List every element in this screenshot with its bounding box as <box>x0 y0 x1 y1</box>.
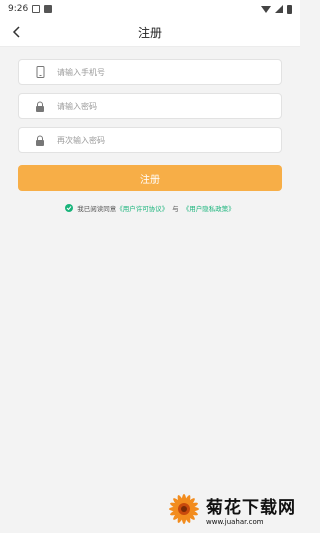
back-arrow-icon[interactable] <box>10 25 24 39</box>
page-title: 注册 <box>137 25 162 40</box>
status-right <box>261 4 292 14</box>
register-form: 注册 我已阅读同意 《用户许可协议》 与 《用户隐私政策》 <box>0 59 300 213</box>
user-license-link[interactable]: 《用户许可协议》 <box>116 203 168 213</box>
status-left: 9:26 <box>8 4 53 14</box>
gallery-icon <box>32 5 41 13</box>
watermark-url: www.juahar.com <box>206 517 264 526</box>
phone-field[interactable] <box>18 59 282 85</box>
agreement-and: 与 <box>172 205 179 213</box>
notification-icon <box>44 5 53 13</box>
password-field[interactable] <box>18 93 282 119</box>
signal-icon <box>275 5 283 13</box>
lock-icon <box>33 133 47 147</box>
watermark-title: 菊花下载网 <box>206 497 296 518</box>
phone-input[interactable] <box>55 66 259 78</box>
watermark: 菊花下载网 www.juahar.com <box>166 491 296 527</box>
watermark-text: 菊花下载网 www.juahar.com <box>206 493 296 526</box>
checkbox-checked-icon[interactable] <box>65 204 74 212</box>
agreement-row: 我已阅读同意 《用户许可协议》 与 《用户隐私政策》 <box>18 203 282 213</box>
chrysanthemum-logo-icon <box>169 494 199 524</box>
privacy-policy-link[interactable]: 《用户隐私政策》 <box>183 203 235 213</box>
lock-icon <box>33 99 47 113</box>
confirm-password-field[interactable] <box>18 127 282 153</box>
header: 注册 <box>0 18 300 47</box>
phone-icon <box>33 65 47 79</box>
wifi-icon <box>261 5 271 13</box>
status-bar: 9:26 <box>0 0 300 18</box>
password-input[interactable] <box>55 100 259 112</box>
confirm-password-input[interactable] <box>55 134 259 146</box>
register-button[interactable]: 注册 <box>18 165 282 191</box>
agreement-prefix: 我已阅读同意 <box>77 205 117 213</box>
battery-icon <box>287 4 292 14</box>
status-time: 9:26 <box>8 4 29 14</box>
